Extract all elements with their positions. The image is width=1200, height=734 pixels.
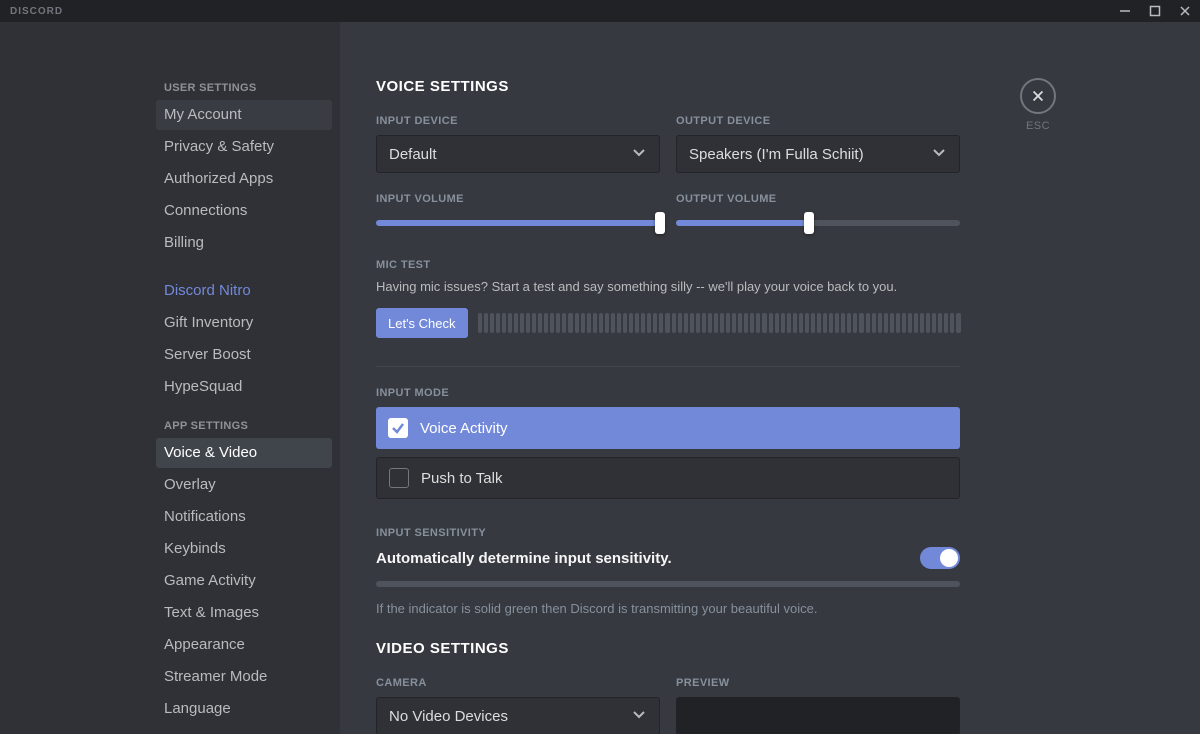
video-settings-title: VIDEO SETTINGS: [376, 640, 1000, 657]
lets-check-button[interactable]: Let's Check: [376, 308, 468, 338]
input-volume-label: INPUT VOLUME: [376, 193, 660, 205]
sidebar-item-language[interactable]: Language: [156, 694, 332, 724]
input-mode-ptt-label: Push to Talk: [421, 470, 502, 487]
input-mode-label: INPUT MODE: [376, 387, 1000, 399]
divider: [376, 366, 960, 367]
sidebar-item-text-images[interactable]: Text & Images: [156, 598, 332, 628]
output-device-value: Speakers (I'm Fulla Schiit): [689, 146, 864, 163]
settings-sidebar: USER SETTINGS My Account Privacy & Safet…: [148, 22, 340, 734]
checkbox-checked-icon: [388, 418, 408, 438]
sidebar-category-app: APP SETTINGS: [156, 420, 332, 438]
minimize-icon: [1119, 5, 1131, 17]
output-volume-slider[interactable]: [676, 213, 960, 233]
esc-label: ESC: [1020, 120, 1056, 132]
camera-value: No Video Devices: [389, 708, 508, 725]
preview-label: PREVIEW: [676, 677, 960, 689]
maximize-button[interactable]: [1148, 4, 1162, 18]
chevron-down-icon: [631, 706, 647, 726]
maximize-icon: [1149, 5, 1161, 17]
sidebar-item-authorized-apps[interactable]: Authorized Apps: [156, 164, 332, 194]
mic-test-description: Having mic issues? Start a test and say …: [376, 279, 1000, 294]
checkbox-unchecked-icon: [389, 468, 409, 488]
input-device-value: Default: [389, 146, 437, 163]
input-mode-voice-activity-label: Voice Activity: [420, 420, 508, 437]
close-settings: ESC: [1020, 78, 1056, 132]
sensitivity-helper-text: If the indicator is solid green then Dis…: [376, 601, 960, 616]
camera-select[interactable]: No Video Devices: [376, 697, 660, 734]
settings-sidebar-rail: USER SETTINGS My Account Privacy & Safet…: [0, 22, 340, 734]
output-device-label: OUTPUT DEVICE: [676, 115, 960, 127]
sensitivity-indicator: [376, 581, 960, 587]
close-settings-button[interactable]: [1020, 78, 1056, 114]
chevron-down-icon: [631, 144, 647, 164]
sidebar-item-windows-settings[interactable]: Windows Settings: [156, 726, 332, 734]
input-device-select[interactable]: Default: [376, 135, 660, 173]
video-preview: [676, 697, 960, 734]
titlebar: DISCORD: [0, 0, 1200, 22]
output-volume-label: OUTPUT VOLUME: [676, 193, 960, 205]
input-mode-push-to-talk[interactable]: Push to Talk: [376, 457, 960, 499]
sidebar-item-keybinds[interactable]: Keybinds: [156, 534, 332, 564]
input-sensitivity-label: INPUT SENSITIVITY: [376, 527, 1000, 539]
camera-label: CAMERA: [376, 677, 660, 689]
sidebar-item-connections[interactable]: Connections: [156, 196, 332, 226]
sidebar-item-appearance[interactable]: Appearance: [156, 630, 332, 660]
sidebar-item-overlay[interactable]: Overlay: [156, 470, 332, 500]
sidebar-item-billing[interactable]: Billing: [156, 228, 332, 258]
sidebar-item-streamer-mode[interactable]: Streamer Mode: [156, 662, 332, 692]
close-icon: [1030, 88, 1046, 104]
sidebar-item-hypesquad[interactable]: HypeSquad: [156, 372, 332, 402]
sidebar-item-discord-nitro[interactable]: Discord Nitro: [156, 276, 332, 306]
sidebar-item-notifications[interactable]: Notifications: [156, 502, 332, 532]
chevron-down-icon: [931, 144, 947, 164]
sidebar-item-game-activity[interactable]: Game Activity: [156, 566, 332, 596]
sidebar-item-gift-inventory[interactable]: Gift Inventory: [156, 308, 332, 338]
close-window-button[interactable]: [1178, 4, 1192, 18]
output-device-select[interactable]: Speakers (I'm Fulla Schiit): [676, 135, 960, 173]
mic-level-meter: [478, 313, 960, 333]
auto-sensitivity-toggle[interactable]: [920, 547, 960, 569]
sidebar-category-user: USER SETTINGS: [156, 82, 332, 100]
settings-content: VOICE SETTINGS INPUT DEVICE Default OUTP…: [340, 22, 1000, 734]
input-mode-voice-activity[interactable]: Voice Activity: [376, 407, 960, 449]
close-icon: [1179, 5, 1191, 17]
minimize-button[interactable]: [1118, 4, 1132, 18]
voice-settings-title: VOICE SETTINGS: [376, 78, 1000, 95]
window-controls: [1118, 4, 1192, 18]
input-device-label: INPUT DEVICE: [376, 115, 660, 127]
sidebar-item-my-account[interactable]: My Account: [156, 100, 332, 130]
input-volume-slider[interactable]: [376, 213, 660, 233]
mic-test-label: MIC TEST: [376, 259, 1000, 271]
sidebar-item-server-boost[interactable]: Server Boost: [156, 340, 332, 370]
app-brand: DISCORD: [10, 6, 63, 17]
sidebar-item-voice-video[interactable]: Voice & Video: [156, 438, 332, 468]
auto-sensitivity-label: Automatically determine input sensitivit…: [376, 550, 672, 567]
sidebar-item-privacy-safety[interactable]: Privacy & Safety: [156, 132, 332, 162]
